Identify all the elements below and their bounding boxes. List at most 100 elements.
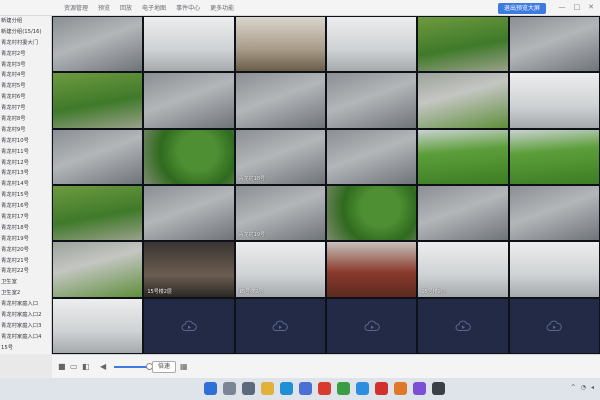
search-icon[interactable]: [223, 382, 236, 395]
volume-icon[interactable]: ◀: [100, 362, 106, 372]
camera-video-tile[interactable]: [326, 128, 418, 185]
empty-video-tile[interactable]: [508, 297, 600, 354]
camera-video-tile[interactable]: 15号楼2层: [143, 241, 235, 298]
menu-item-playback[interactable]: 回放: [120, 3, 132, 12]
camera-video-tile[interactable]: [143, 72, 235, 129]
close-button[interactable]: ✕: [588, 3, 594, 12]
sidebar-item[interactable]: 青龙村22号: [0, 266, 51, 277]
edge-icon[interactable]: [280, 382, 293, 395]
menu-item-more[interactable]: 更多功能: [210, 3, 234, 12]
camera-video-tile[interactable]: [326, 241, 418, 298]
sidebar-item[interactable]: 卫生室: [0, 277, 51, 288]
app-purple-icon[interactable]: [413, 382, 426, 395]
sidebar-item[interactable]: 卫生室2: [0, 288, 51, 299]
camera-video-tile[interactable]: [143, 185, 235, 242]
speaker-icon[interactable]: ◂: [591, 384, 594, 391]
explorer-icon[interactable]: [261, 382, 274, 395]
empty-video-tile[interactable]: [417, 297, 509, 354]
windows-icon[interactable]: [204, 382, 217, 395]
sidebar-item[interactable]: 青龙村家庭入口3: [0, 321, 51, 332]
menu-item-resources[interactable]: 资源管理: [64, 3, 88, 12]
sidebar-item[interactable]: 青龙村2号: [0, 49, 51, 60]
sidebar-item[interactable]: 青龙村19号: [0, 234, 51, 245]
sidebar-item[interactable]: 新建分组(15/16): [0, 27, 51, 38]
camera-video-tile[interactable]: [508, 128, 600, 185]
sidebar-item[interactable]: 青龙村家庭入口: [0, 299, 51, 310]
maximize-button[interactable]: □: [574, 3, 581, 12]
camera-video-tile[interactable]: [52, 185, 144, 242]
sidebar-item[interactable]: 青龙村家庭入口4: [0, 332, 51, 343]
sidebar-item[interactable]: 青龙村14号: [0, 179, 51, 190]
stop-icon[interactable]: ■: [58, 362, 66, 372]
menu-item-preview[interactable]: 预览: [98, 3, 110, 12]
sidebar-item[interactable]: 青龙村7号: [0, 103, 51, 114]
sidebar-item[interactable]: 青龙村11号: [0, 147, 51, 158]
camera-video-tile[interactable]: [326, 16, 418, 73]
tray-chevron-icon[interactable]: ^: [571, 384, 576, 391]
store-icon[interactable]: [299, 382, 312, 395]
sidebar-item[interactable]: 青龙村20号: [0, 245, 51, 256]
camera-video-tile[interactable]: [234, 16, 326, 73]
camera-video-tile[interactable]: [326, 72, 418, 129]
camera-video-tile[interactable]: [52, 128, 144, 185]
sidebar-item[interactable]: 青龙村9号: [0, 125, 51, 136]
sidebar-item[interactable]: 新建分组: [0, 16, 51, 27]
camera-video-tile[interactable]: [417, 185, 509, 242]
camera-video-tile[interactable]: [234, 72, 326, 129]
camera-video-tile[interactable]: 15号楼2层: [234, 241, 326, 298]
camera-video-tile[interactable]: [417, 16, 509, 73]
camera-video-tile[interactable]: [52, 16, 144, 73]
camera-video-tile[interactable]: [508, 185, 600, 242]
menu-item-events[interactable]: 事件中心: [176, 3, 200, 12]
menu-item-map[interactable]: 电子地图: [142, 3, 166, 12]
camera-video-tile[interactable]: [52, 241, 144, 298]
sidebar-item[interactable]: 青龙村15号: [0, 190, 51, 201]
app-dark-icon[interactable]: [432, 382, 445, 395]
sidebar-item[interactable]: 青龙村18号: [0, 223, 51, 234]
exit-wall-button[interactable]: 退出预览大屏: [498, 3, 547, 14]
camera-video-tile[interactable]: [143, 128, 235, 185]
camera-video-tile[interactable]: 青龙村19号: [234, 185, 326, 242]
sidebar-item[interactable]: 青龙村村委大门: [0, 38, 51, 49]
camera-video-tile[interactable]: [508, 72, 600, 129]
sidebar-item[interactable]: 青龙村4号: [0, 70, 51, 81]
camera-video-tile[interactable]: [508, 16, 600, 73]
sidebar-item[interactable]: 青龙村5号: [0, 81, 51, 92]
network-icon[interactable]: ◔: [581, 384, 586, 391]
camera-video-tile[interactable]: [52, 297, 144, 354]
record-icon[interactable]: ▭: [70, 362, 78, 372]
sidebar-item[interactable]: 青龙村12号: [0, 158, 51, 169]
sidebar-item[interactable]: 青龙村13号: [0, 168, 51, 179]
wps-icon[interactable]: [375, 382, 388, 395]
app-blue-icon[interactable]: [356, 382, 369, 395]
camera-video-tile[interactable]: [508, 241, 600, 298]
app-red-icon[interactable]: [318, 382, 331, 395]
sidebar-item[interactable]: 青龙村6号: [0, 92, 51, 103]
camera-video-tile[interactable]: [143, 16, 235, 73]
app-orange-icon[interactable]: [394, 382, 407, 395]
volume-slider[interactable]: [114, 366, 148, 368]
sidebar-item[interactable]: 青龙村3号: [0, 60, 51, 71]
camera-video-tile[interactable]: [52, 72, 144, 129]
task-view-icon[interactable]: [242, 382, 255, 395]
sidebar-item[interactable]: 青龙村8号: [0, 114, 51, 125]
sidebar-item[interactable]: 青龙村21号: [0, 256, 51, 267]
screenshot-icon[interactable]: ◧: [82, 362, 90, 372]
camera-video-tile[interactable]: [417, 128, 509, 185]
sidebar-item[interactable]: 青龙村17号: [0, 212, 51, 223]
speed-button[interactable]: 倍速: [152, 361, 177, 373]
camera-video-tile[interactable]: [417, 72, 509, 129]
camera-video-tile[interactable]: 15号楼2层: [417, 241, 509, 298]
sidebar-item[interactable]: 15号: [0, 343, 51, 354]
empty-video-tile[interactable]: [234, 297, 326, 354]
minimize-button[interactable]: —: [559, 3, 566, 12]
sidebar-item[interactable]: 青龙村10号: [0, 136, 51, 147]
sidebar-item[interactable]: 青龙村家庭入口2: [0, 310, 51, 321]
camera-video-tile[interactable]: [326, 185, 418, 242]
camera-video-tile[interactable]: 青龙村18号: [234, 128, 326, 185]
empty-video-tile[interactable]: [326, 297, 418, 354]
layout-icon[interactable]: ▦: [180, 362, 188, 372]
empty-video-tile[interactable]: [143, 297, 235, 354]
sidebar-item[interactable]: 青龙村16号: [0, 201, 51, 212]
app-green-icon[interactable]: [337, 382, 350, 395]
